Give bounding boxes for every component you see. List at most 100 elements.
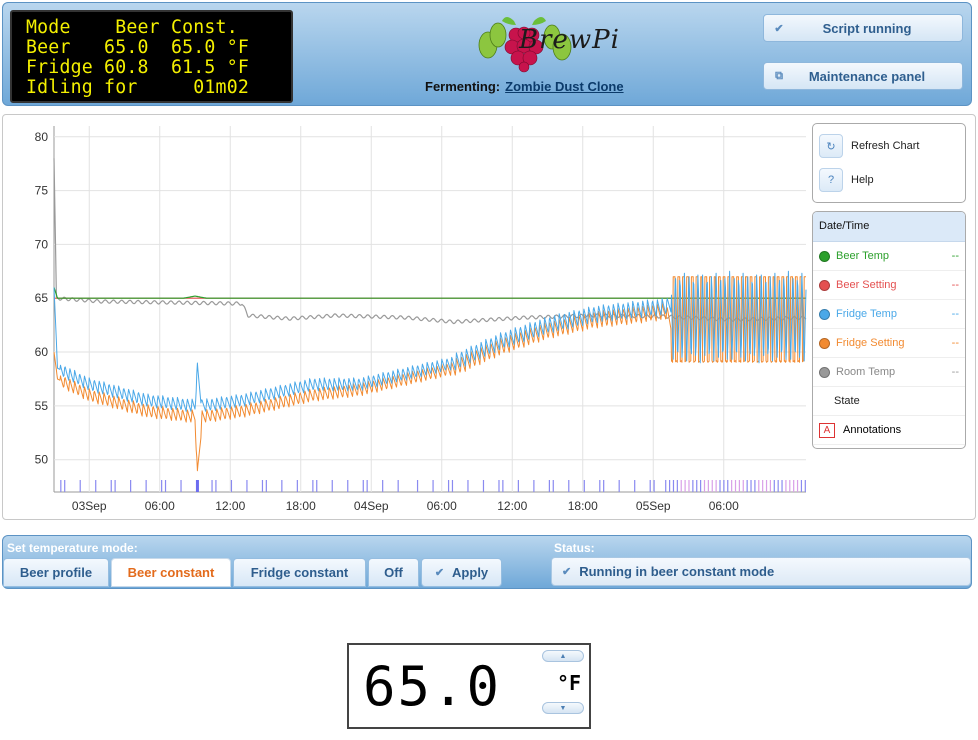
help-button[interactable]: ? Help	[819, 167, 874, 193]
legend-color-dot	[819, 250, 830, 262]
legend-label: Fridge Setting	[836, 337, 905, 349]
state-mark	[742, 480, 744, 492]
state-mark	[696, 480, 698, 492]
legend-label: Beer Setting	[836, 279, 897, 291]
mode-beer-profile-button[interactable]: Beer profile	[3, 558, 109, 587]
status-text: Running in beer constant mode	[579, 564, 775, 579]
state-mark	[672, 480, 675, 492]
x-tick-label: 04Sep	[354, 499, 389, 513]
state-mark	[145, 480, 147, 492]
chart-actions-panel: ↻ Refresh Chart ? Help	[812, 123, 966, 203]
y-tick-label: 75	[35, 184, 49, 198]
mode-title: Set temperature mode:	[7, 541, 138, 555]
legend-item-beer-setting[interactable]: Beer Setting --	[813, 271, 965, 300]
legend-item-state[interactable]: State	[813, 387, 965, 416]
decrease-temp-button[interactable]: ▼	[542, 702, 584, 714]
state-mark	[750, 480, 752, 492]
state-mark	[781, 480, 783, 492]
y-axis-ticks: 50 55 60 65 70 75 80	[35, 130, 49, 467]
state-mark	[603, 480, 605, 492]
state-strip	[60, 480, 806, 492]
help-icon: ?	[819, 168, 843, 192]
check-icon: ✔	[562, 566, 572, 578]
y-tick-label: 65	[35, 291, 49, 305]
state-mark	[692, 480, 694, 492]
refresh-chart-label: Refresh Chart	[851, 140, 920, 152]
legend-annotations-toggle[interactable]: A Annotations	[813, 416, 965, 445]
state-mark	[110, 480, 112, 492]
apply-label: Apply	[452, 565, 489, 580]
state-mark	[548, 480, 550, 492]
state-mark	[599, 480, 601, 492]
state-mark	[583, 480, 585, 492]
check-icon: ✔	[434, 567, 445, 579]
x-tick-label: 03Sep	[72, 499, 107, 513]
legend-value: --	[951, 279, 959, 291]
legend-item-beer-temp[interactable]: Beer Temp --	[813, 242, 965, 271]
state-mark	[482, 480, 485, 492]
state-mark	[618, 480, 620, 492]
legend-color-dot	[819, 396, 828, 406]
increase-temp-button[interactable]: ▲	[542, 650, 584, 662]
state-mark	[668, 480, 671, 492]
state-mark	[707, 480, 709, 492]
state-mark	[64, 480, 66, 492]
state-mark	[715, 480, 717, 492]
state-mark	[719, 480, 721, 492]
x-tick-label: 06:00	[427, 499, 457, 513]
temperature-value[interactable]: 65.0	[363, 655, 501, 718]
state-mark	[215, 480, 217, 492]
state-mark	[634, 480, 636, 492]
state-mark	[785, 480, 787, 492]
state-mark	[502, 480, 504, 492]
legend-color-dot	[819, 308, 830, 320]
mode-fridge-constant-button[interactable]: Fridge constant	[233, 558, 366, 587]
y-tick-label: 55	[35, 399, 49, 413]
state-mark	[723, 480, 725, 492]
state-mark	[769, 480, 772, 492]
state-mark	[211, 480, 213, 492]
state-mark	[700, 480, 702, 492]
state-mark	[281, 480, 283, 492]
state-mark	[773, 480, 775, 492]
apply-button[interactable]: ✔ Apply	[421, 558, 502, 587]
legend-item-fridge-temp[interactable]: Fridge Temp --	[813, 300, 965, 329]
state-mark	[517, 480, 519, 492]
mode-beer-constant-button[interactable]: Beer constant	[111, 558, 231, 587]
y-tick-label: 60	[35, 345, 49, 359]
legend-label: State	[834, 395, 860, 407]
mode-off-button[interactable]: Off	[368, 558, 419, 587]
x-tick-label: 12:00	[497, 499, 527, 513]
state-mark	[79, 480, 81, 492]
legend-item-room-temp[interactable]: Room Temp --	[813, 358, 965, 387]
state-mark	[265, 480, 267, 492]
refresh-chart-button[interactable]: ↻ Refresh Chart	[819, 133, 919, 159]
state-mark	[366, 480, 368, 492]
x-axis-ticks: 03Sep 06:00 12:00 18:00 04Sep 06:00 12:00 18:00…	[72, 499, 739, 513]
state-mark	[734, 480, 737, 492]
state-mark	[568, 480, 570, 492]
state-mark	[347, 480, 349, 492]
state-mark	[114, 480, 116, 492]
state-mark	[432, 480, 434, 492]
state-mark	[195, 480, 199, 492]
state-mark	[738, 480, 740, 492]
series-fridge-setting	[53, 276, 806, 472]
state-mark	[161, 480, 163, 492]
legend-color-dot	[819, 337, 830, 349]
state-mark	[130, 480, 132, 492]
state-mark	[746, 480, 748, 492]
state-mark	[230, 480, 233, 492]
state-mark	[331, 480, 333, 492]
y-tick-label: 80	[35, 130, 49, 144]
legend-item-fridge-setting[interactable]: Fridge Setting --	[813, 329, 965, 358]
control-bar: Set temperature mode: Status: Beer profi…	[2, 535, 972, 589]
state-mark	[665, 480, 667, 492]
state-mark	[676, 480, 678, 492]
temperature-unit: °F	[557, 671, 582, 695]
state-mark	[312, 480, 314, 492]
state-mark	[164, 480, 167, 492]
state-mark	[731, 480, 733, 492]
temperature-setter: 65.0 °F ▲ ▼	[347, 643, 591, 729]
state-mark	[777, 480, 779, 492]
